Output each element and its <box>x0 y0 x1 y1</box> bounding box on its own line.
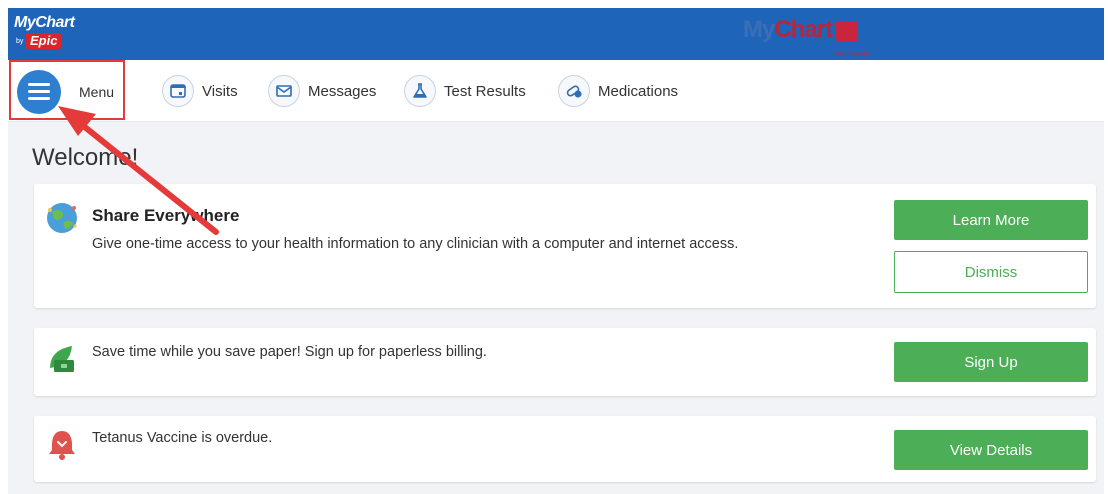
menu-label: Menu <box>79 84 115 100</box>
brand-my-text: My <box>743 16 775 43</box>
card-title: Share Everywhere <box>92 206 240 225</box>
hamburger-menu-icon[interactable] <box>17 70 61 114</box>
nav-item-messages[interactable]: Messages <box>268 74 376 108</box>
main-content: Welcome! Share Everywhere Give one-time … <box>8 122 1104 494</box>
card-description: Tetanus Vaccine is overdue. <box>92 430 273 446</box>
share-everywhere-card: Share Everywhere Give one-time access to… <box>34 184 1096 308</box>
nav-label-visits: Visits <box>202 82 238 100</box>
bell-icon <box>44 428 80 467</box>
brand-mark-icon <box>836 21 859 41</box>
brand-chart-text: Chart <box>774 16 833 43</box>
nav-label-messages: Messages <box>308 82 377 100</box>
globe-icon <box>44 200 80 241</box>
logo-by-text: by <box>16 38 24 45</box>
top-header: MyChart by Epic MyChart Salem Health <box>8 8 1104 60</box>
mychart-by-epic-logo[interactable]: MyChart by Epic <box>14 14 84 56</box>
leaf-money-icon <box>44 342 80 381</box>
nav-item-test-results[interactable]: Test Results <box>404 74 526 108</box>
main-navigation: Menu Visits Messages Test Results Medica… <box>8 60 1104 122</box>
flask-icon <box>404 75 436 107</box>
sign-up-button[interactable]: Sign Up <box>894 342 1088 382</box>
envelope-icon <box>268 75 300 107</box>
dismiss-button[interactable]: Dismiss <box>894 251 1088 293</box>
mychart-brand-logo: MyChart Salem Health <box>743 16 869 58</box>
brand-subtitle: Salem Health <box>833 52 870 58</box>
card-description: Give one-time access to your health info… <box>92 236 739 252</box>
tetanus-vaccine-card: Tetanus Vaccine is overdue. View Details <box>34 416 1096 482</box>
learn-more-button[interactable]: Learn More <box>894 200 1088 240</box>
nav-label-test-results: Test Results <box>444 82 526 100</box>
logo-mychart-text: MyChart <box>14 14 75 31</box>
nav-item-medications[interactable]: Medications <box>558 74 678 108</box>
pills-icon <box>558 75 590 107</box>
menu-button[interactable]: Menu <box>9 60 125 120</box>
page-title: Welcome! <box>32 144 139 171</box>
view-details-button[interactable]: View Details <box>894 430 1088 470</box>
logo-epic-text: Epic <box>26 33 62 49</box>
nav-item-visits[interactable]: Visits <box>162 74 238 108</box>
calendar-icon <box>162 75 194 107</box>
nav-label-medications: Medications <box>598 82 679 100</box>
paperless-billing-card: Save time while you save paper! Sign up … <box>34 328 1096 396</box>
card-description: Save time while you save paper! Sign up … <box>92 344 487 360</box>
